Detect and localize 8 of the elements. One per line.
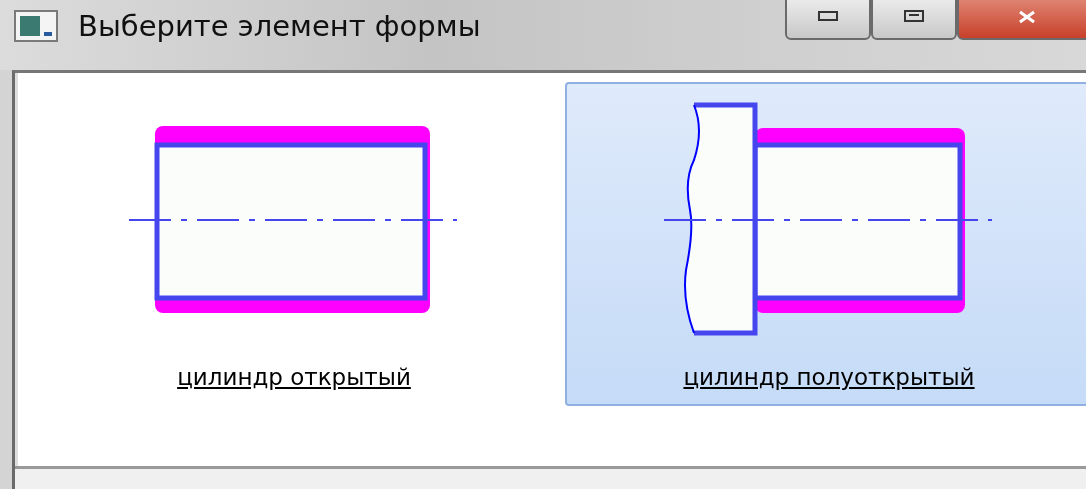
shape-label[interactable]: цилиндр открытый (177, 364, 411, 390)
window-icon (14, 10, 58, 42)
shape-option[interactable]: цилиндр открытый (30, 82, 558, 406)
shape-option[interactable]: цилиндр полуоткрытый (565, 82, 1086, 406)
maximize-button[interactable] (871, 0, 957, 40)
shape-label[interactable]: цилиндр полуоткрытый (683, 364, 975, 390)
minimize-button[interactable] (785, 0, 871, 40)
window-title: Выберите элемент формы (78, 9, 481, 43)
